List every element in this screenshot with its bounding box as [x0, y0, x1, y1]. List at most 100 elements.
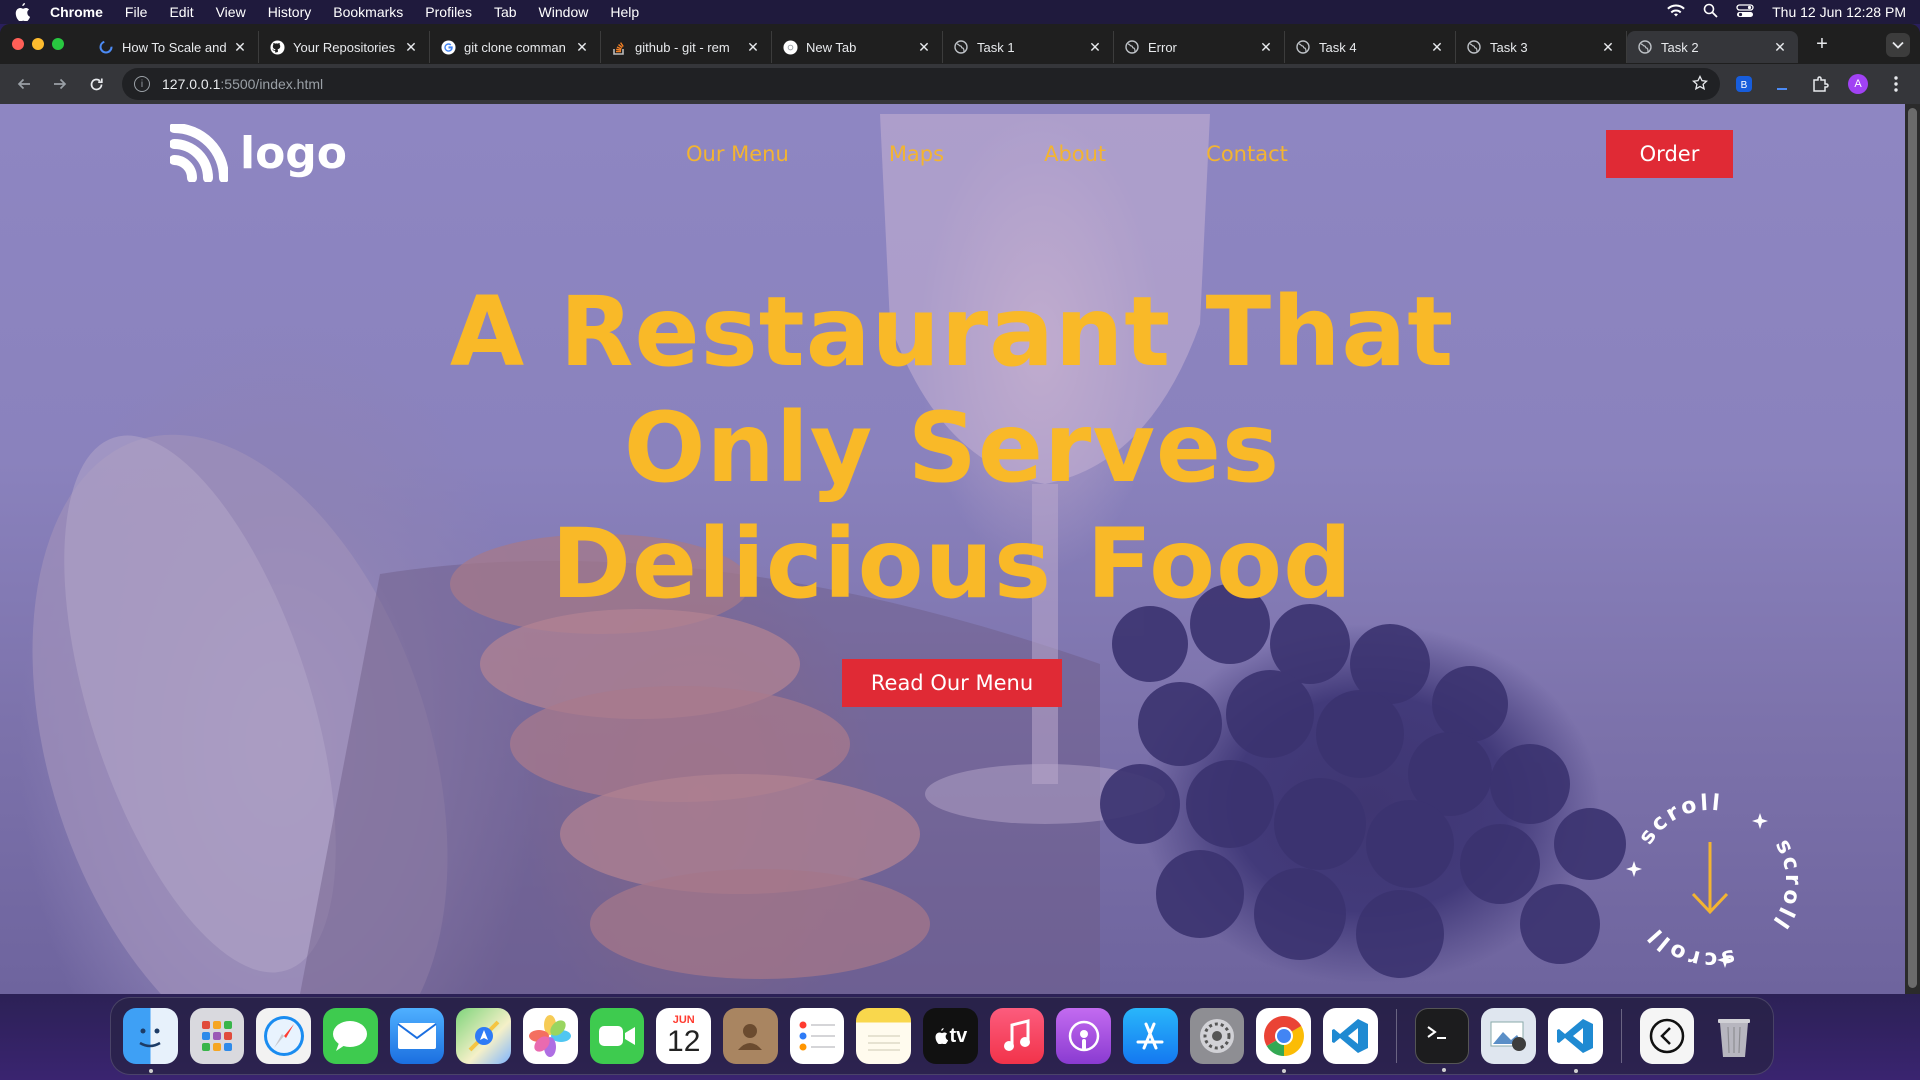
apple-tv-label: tv: [934, 1024, 968, 1048]
tab-title: Task 2: [1661, 39, 1699, 55]
extension-bitwarden-icon[interactable]: B: [1730, 70, 1758, 98]
contacts-icon[interactable]: [723, 1008, 778, 1064]
vscode-icon[interactable]: [1323, 1008, 1378, 1064]
running-indicator: [1282, 1069, 1287, 1073]
close-tab-icon[interactable]: ✕: [1429, 39, 1445, 56]
menu-history[interactable]: History: [268, 4, 312, 20]
page-scrollbar[interactable]: [1905, 104, 1920, 994]
reload-icon[interactable]: [82, 70, 110, 98]
read-our-menu-button[interactable]: Read Our Menu: [842, 659, 1062, 707]
close-tab-icon[interactable]: ✕: [1087, 39, 1103, 56]
tab-error[interactable]: Error ✕: [1114, 31, 1285, 63]
tab-search-chevron-down-icon[interactable]: [1886, 33, 1910, 57]
close-tab-icon[interactable]: ✕: [574, 39, 590, 56]
main-nav: Our Menu Maps About Contact: [686, 142, 1388, 166]
forward-arrow-icon[interactable]: [46, 70, 74, 98]
vscode-icon-2[interactable]: [1548, 1008, 1603, 1073]
extensions-puzzle-icon[interactable]: [1806, 70, 1834, 98]
extension-minimize-icon[interactable]: [1768, 70, 1796, 98]
tab-title: How To Scale and: [122, 39, 227, 55]
apple-icon[interactable]: [14, 3, 32, 21]
tab-strip: How To Scale and ✕ Your Repositories ✕ g…: [0, 24, 1920, 64]
close-tab-icon[interactable]: ✕: [1258, 39, 1274, 56]
close-tab-icon[interactable]: ✕: [403, 39, 419, 56]
back-arrow-icon[interactable]: [10, 70, 38, 98]
menu-bookmarks[interactable]: Bookmarks: [333, 4, 403, 20]
launchpad-icon[interactable]: [189, 1008, 245, 1064]
menu-view[interactable]: View: [216, 4, 246, 20]
nav-link-contact[interactable]: Contact: [1206, 142, 1288, 166]
new-tab-button[interactable]: +: [1812, 33, 1832, 56]
order-button[interactable]: Order: [1606, 130, 1733, 178]
macos-menubar: Chrome File Edit View History Bookmarks …: [0, 0, 1920, 24]
close-tab-icon[interactable]: ✕: [916, 39, 932, 56]
messages-icon[interactable]: [323, 1008, 378, 1064]
scrollbar-thumb[interactable]: [1908, 108, 1917, 988]
mail-icon[interactable]: [389, 1008, 445, 1064]
close-tab-icon[interactable]: ✕: [745, 39, 761, 56]
tab-git-clone[interactable]: git clone comman ✕: [430, 31, 601, 63]
tab-github-git-remote[interactable]: github - git - rem ✕: [601, 31, 772, 63]
safari-icon[interactable]: [256, 1008, 312, 1064]
menu-help[interactable]: Help: [610, 4, 639, 20]
notes-icon[interactable]: [856, 1008, 912, 1064]
apple-tv-icon[interactable]: tv: [923, 1008, 978, 1064]
tab-how-to-scale[interactable]: How To Scale and ✕: [88, 31, 259, 63]
url-path: :5500/index.html: [220, 76, 324, 92]
back-chevron-icon[interactable]: [1639, 1008, 1695, 1064]
nav-link-about[interactable]: About: [1044, 142, 1106, 166]
tab-task-3[interactable]: Task 3 ✕: [1456, 31, 1627, 63]
close-tab-icon[interactable]: ✕: [1600, 39, 1616, 56]
menu-window[interactable]: Window: [539, 4, 589, 20]
globe-icon: [1637, 39, 1653, 55]
control-center-icon[interactable]: [1736, 3, 1754, 21]
close-tab-icon[interactable]: ✕: [1772, 39, 1788, 56]
reminders-icon[interactable]: [789, 1008, 845, 1064]
profile-avatar[interactable]: A: [1844, 70, 1872, 98]
tab-your-repositories[interactable]: Your Repositories ✕: [259, 31, 430, 63]
menu-profiles[interactable]: Profiles: [425, 4, 472, 20]
hero-heading: A Restaurant That Only Serves Delicious …: [352, 274, 1552, 622]
system-settings-gear-icon[interactable]: [1189, 1008, 1245, 1064]
finder-icon[interactable]: [123, 1008, 178, 1073]
menu-tab[interactable]: Tab: [494, 4, 517, 20]
nav-link-our-menu[interactable]: Our Menu: [686, 142, 789, 166]
chrome-menu-kebab-icon[interactable]: [1882, 70, 1910, 98]
tab-title: Task 1: [977, 39, 1015, 55]
menu-app-chrome[interactable]: Chrome: [50, 4, 103, 20]
wifi-icon[interactable]: [1667, 3, 1685, 21]
scroll-indicator[interactable]: scroll scroll scroll: [1615, 784, 1805, 974]
tab-task-4[interactable]: Task 4 ✕: [1285, 31, 1456, 63]
zoom-window-button[interactable]: [52, 38, 64, 50]
preview-icon[interactable]: [1481, 1008, 1537, 1064]
tab-task-2[interactable]: Task 2 ✕: [1627, 31, 1798, 63]
close-tab-icon[interactable]: ✕: [232, 39, 248, 56]
address-bar[interactable]: i 127.0.0.1:5500/index.html: [122, 68, 1720, 100]
chrome-window: How To Scale and ✕ Your Repositories ✕ g…: [0, 24, 1920, 994]
logo-text: logo: [240, 127, 348, 179]
tab-new-tab[interactable]: New Tab ✕: [772, 31, 943, 63]
tab-task-1[interactable]: Task 1 ✕: [943, 31, 1114, 63]
podcasts-icon[interactable]: [1056, 1008, 1112, 1064]
site-info-icon[interactable]: i: [134, 76, 150, 92]
menubar-clock[interactable]: Thu 12 Jun 12:28 PM: [1772, 4, 1906, 20]
site-logo[interactable]: logo: [170, 124, 347, 182]
menu-edit[interactable]: Edit: [169, 4, 193, 20]
trash-icon[interactable]: [1706, 1008, 1761, 1064]
music-icon[interactable]: [989, 1008, 1045, 1064]
terminal-icon[interactable]: [1414, 1008, 1470, 1072]
menu-file[interactable]: File: [125, 4, 148, 20]
spotlight-search-icon[interactable]: [1703, 3, 1718, 21]
calendar-icon[interactable]: JUN 12: [656, 1008, 712, 1064]
app-store-icon[interactable]: [1123, 1008, 1178, 1064]
tv-text: tv: [949, 1024, 968, 1047]
maps-icon[interactable]: [456, 1008, 512, 1064]
close-window-button[interactable]: [12, 38, 24, 50]
chrome-app-icon[interactable]: [1256, 1008, 1312, 1073]
minimize-window-button[interactable]: [32, 38, 44, 50]
facetime-icon[interactable]: [589, 1008, 645, 1064]
google-icon: [440, 39, 456, 55]
nav-link-maps[interactable]: Maps: [889, 142, 944, 166]
photos-icon[interactable]: [523, 1008, 578, 1064]
bookmark-star-icon[interactable]: [1692, 74, 1708, 94]
